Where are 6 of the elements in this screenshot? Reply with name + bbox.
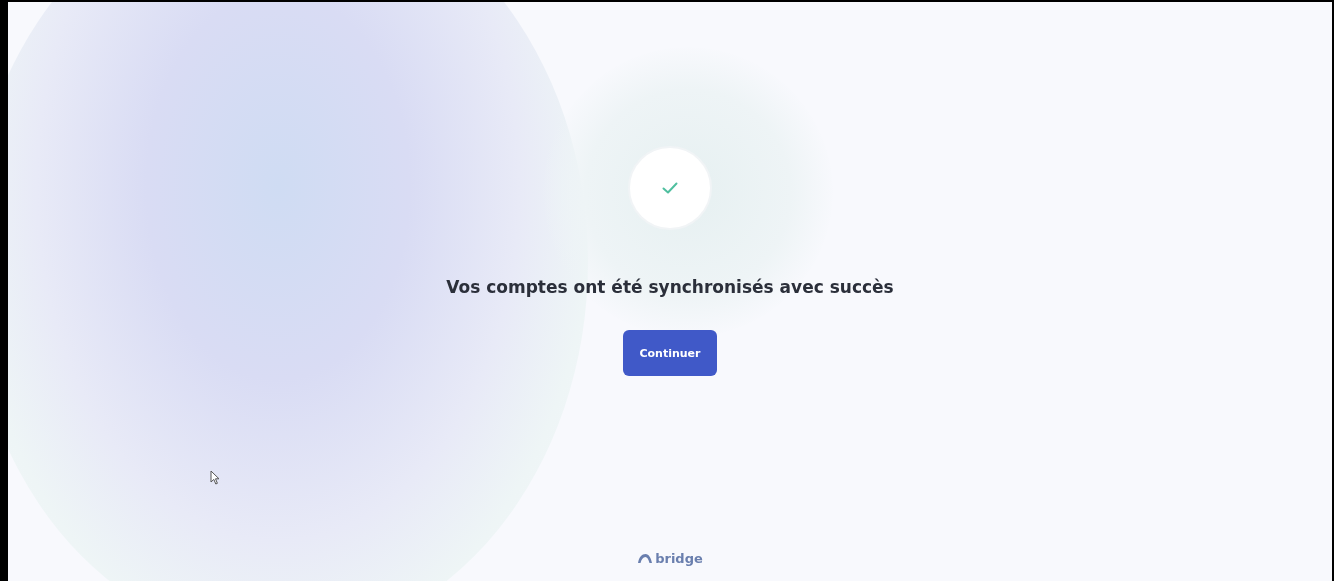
- arch-icon: [637, 553, 654, 564]
- bridge-logo: bridge: [637, 551, 703, 566]
- check-icon: [662, 182, 678, 194]
- continue-button[interactable]: Continuer: [623, 330, 717, 376]
- success-message: Vos comptes ont été synchronisés avec succès: [446, 277, 894, 297]
- mouse-pointer-icon: [210, 470, 220, 485]
